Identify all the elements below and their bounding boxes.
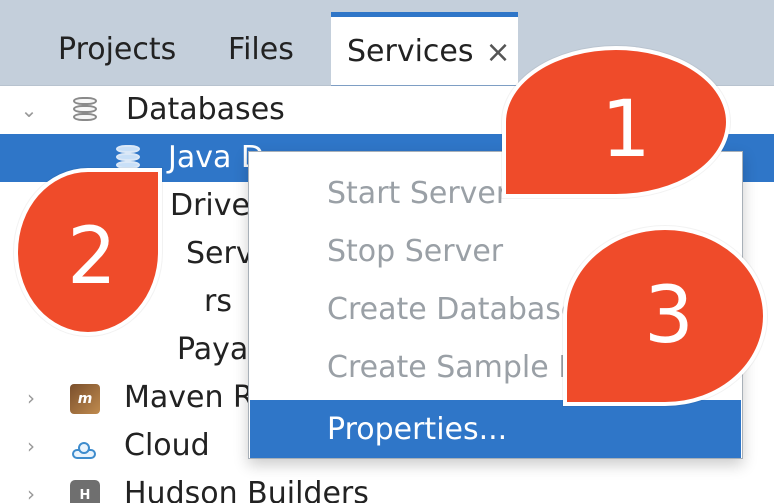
tree-label-maven: Maven R xyxy=(124,380,254,415)
maven-icon: m xyxy=(68,382,102,416)
database-icon xyxy=(68,93,102,127)
menu-label-properties: Properties... xyxy=(327,411,508,447)
tab-projects-label: Projects xyxy=(58,32,177,67)
services-window: Projects Files Services × ⌄ Databases Ja… xyxy=(0,0,774,503)
hudson-icon: H xyxy=(68,478,102,503)
tab-services[interactable]: Services × xyxy=(331,12,518,86)
menu-label-start-server: Start Server xyxy=(327,175,509,211)
tree-label-partial: rs xyxy=(204,284,232,319)
callout-1-number: 1 xyxy=(601,85,651,175)
tree-label-hudson: Hudson Builders xyxy=(124,476,369,503)
tab-services-label: Services xyxy=(347,33,474,69)
callout-1: 1 xyxy=(502,46,730,198)
tree-label-cloud: Cloud xyxy=(124,428,210,463)
callout-3: 3 xyxy=(563,226,767,406)
menu-label-create-sample: Create Sample Da xyxy=(327,349,600,385)
tree-label-drivers: Drive xyxy=(170,188,250,223)
tab-files-label: Files xyxy=(228,32,294,67)
tab-projects[interactable]: Projects xyxy=(58,20,176,80)
chevron-right-icon[interactable]: › xyxy=(22,484,40,503)
cloud-icon xyxy=(68,430,102,464)
chevron-right-icon[interactable]: › xyxy=(22,436,40,456)
tree-row-hudson[interactable]: › H Hudson Builders xyxy=(0,470,774,503)
menu-label-stop-server: Stop Server xyxy=(327,233,504,269)
callout-3-number: 3 xyxy=(644,271,694,361)
tree-label-servers: Serv xyxy=(186,236,254,271)
callout-2: 2 xyxy=(14,168,162,336)
callout-2-number: 2 xyxy=(67,212,117,302)
tab-files[interactable]: Files xyxy=(228,20,294,80)
tree-label-databases: Databases xyxy=(126,92,285,127)
chevron-down-icon[interactable]: ⌄ xyxy=(20,100,38,120)
chevron-right-icon[interactable]: › xyxy=(22,388,40,408)
menu-item-properties[interactable]: Properties... xyxy=(250,400,741,458)
close-icon[interactable]: × xyxy=(486,23,511,83)
